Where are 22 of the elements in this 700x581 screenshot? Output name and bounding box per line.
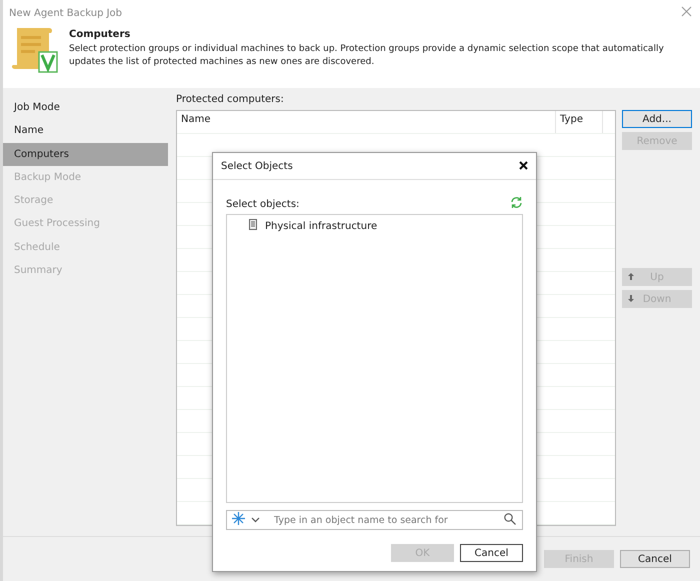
tree-item[interactable]: Physical infrastructure	[265, 220, 378, 232]
window-title: New Agent Backup Job	[9, 8, 122, 18]
step-description: Select protection groups or individual machines to back up. Protection groups provide a dynamic selection scope that automatically updates the list of protected machines as new ones are discovered.	[69, 43, 665, 69]
sidebar-item[interactable]: Computers	[3, 142, 168, 166]
step-title: Computers	[69, 29, 132, 40]
down-arrow-icon	[628, 294, 634, 304]
search-icon[interactable]	[504, 512, 516, 528]
sidebar-item[interactable]: Name	[3, 119, 168, 143]
asterisk-icon[interactable]	[232, 512, 245, 528]
column-header[interactable]: Type	[556, 111, 603, 133]
dialog-title: Select Objects	[221, 160, 293, 172]
dialog-button[interactable]: Cancel	[460, 544, 523, 562]
search-field[interactable]: Type in an object name to search for	[274, 514, 498, 526]
footer-button[interactable]: Cancel	[620, 550, 690, 568]
action-button[interactable]: Add...	[622, 110, 692, 128]
server-icon	[249, 219, 257, 233]
field-label: Select objects:	[226, 198, 300, 210]
section-label: Protected computers:	[176, 94, 285, 107]
search-bar[interactable]: Type in an object name to search for	[226, 510, 523, 530]
column-header[interactable]: Name	[177, 111, 556, 133]
sidebar-item[interactable]: Job Mode	[3, 96, 168, 120]
up-arrow-icon	[628, 272, 634, 282]
